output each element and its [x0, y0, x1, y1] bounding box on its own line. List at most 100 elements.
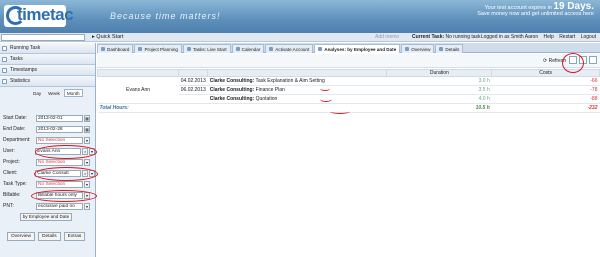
trial-notice[interactable]: Your test account expires in 19 Days. Sa… [477, 2, 594, 18]
details-icon [439, 47, 444, 51]
annotation-tick [330, 109, 350, 114]
tab-label: Project Planning [144, 46, 178, 52]
duration-cell: 3.5 h [386, 85, 492, 95]
client-name: Clarke Consulting: [209, 78, 255, 84]
annotation-circle-user [35, 145, 97, 159]
tasks-panel-icon [2, 56, 7, 62]
calendar-picker-icon[interactable]: ▦ [84, 114, 90, 122]
tab-calendar[interactable]: Calendar [231, 44, 265, 53]
tab-details[interactable]: Details [435, 44, 464, 53]
task-cell: Clarke Consulting: Finance Plan [207, 85, 387, 95]
dropdown-icon[interactable]: ▾ [84, 180, 90, 188]
calendar-icon [235, 47, 240, 51]
filter-task-type: Task Type: No Selection ▾ [3, 180, 95, 188]
trial-line2[interactable]: Save money now and get unlimited access … [477, 11, 594, 17]
tab-project-planning[interactable]: Project Planning [134, 44, 182, 53]
panel-running-task[interactable]: Running Task [0, 43, 95, 54]
tab-analyses[interactable]: Analyses: by Employee and Date [314, 44, 401, 53]
timestamps-icon [2, 67, 7, 73]
app-header: timetac Because time matters! Your test … [0, 0, 600, 33]
total-cost: -232 [491, 103, 600, 113]
project-select[interactable]: No Selection [36, 158, 83, 166]
tab-activate-account[interactable]: Activate Account [265, 44, 314, 53]
start-date-input[interactable]: 2013-02-01 [36, 114, 83, 122]
view-tabs: Day Week Month [0, 87, 95, 97]
client-name: Clarke Consulting: [209, 87, 255, 93]
user-links: Logged in as Smith Aaron Help Restart Lo… [477, 34, 596, 40]
quick-start-label: Quick Start [96, 34, 124, 40]
help-link[interactable]: Help [544, 34, 554, 40]
date-cell: 04.02.2013 [178, 76, 208, 86]
details-button[interactable]: Details [38, 232, 61, 241]
account-icon [269, 47, 274, 51]
task-name: Finance Plan [255, 87, 285, 93]
annotation-circle-billable [31, 190, 97, 202]
quick-start-button[interactable]: ▸ Quick Start [92, 34, 124, 40]
view-tab-week[interactable]: Week [45, 89, 63, 97]
export-icon[interactable] [589, 56, 597, 64]
tab-label: Tasks: Live Start [192, 46, 227, 52]
total-duration: 10.5 h [386, 103, 492, 113]
statistics-icon [2, 78, 7, 84]
group-by-button[interactable]: by Employee and Date [20, 213, 72, 221]
tab-label: Details [445, 46, 460, 52]
filter-department: Department: No Selection ▾ [3, 136, 95, 144]
task-type-select[interactable]: No Selection [36, 180, 83, 188]
dropdown-icon[interactable]: ▾ [84, 136, 90, 144]
tab-label: Activate Account [275, 46, 310, 52]
tab-bar: Dashboard Project Planning Tasks: Live S… [97, 43, 600, 53]
logout-link[interactable]: Logout [581, 34, 596, 40]
column-header[interactable] [178, 69, 209, 77]
add-memo-button[interactable]: Add memo [375, 34, 399, 40]
logo-text: timetac [17, 5, 74, 24]
running-task-icon [2, 45, 7, 51]
annotation-tick [320, 86, 330, 91]
tab-overview[interactable]: Overview [401, 44, 435, 53]
top-toolbar: ▸ Quick Start Add memo Current Task: No … [0, 33, 600, 42]
filter-label: Department: [3, 137, 31, 143]
column-header[interactable] [207, 69, 388, 77]
panel-tasks[interactable]: Tasks [0, 54, 95, 65]
calendar-picker-icon[interactable]: ▦ [84, 125, 90, 133]
annotation-tick [320, 96, 332, 102]
view-tab-day[interactable]: Day [30, 89, 44, 97]
restart-link[interactable]: Restart [559, 34, 575, 40]
department-select[interactable]: No Selection [36, 136, 83, 144]
tagline: Because time matters! [110, 11, 221, 21]
tab-tasks-live-start[interactable]: Tasks: Live Start [182, 44, 231, 53]
overview-button[interactable]: Overview [7, 232, 35, 241]
filter-label: Project: [3, 159, 20, 165]
chart-icon [318, 47, 323, 51]
timetac-logo[interactable]: timetac [4, 5, 74, 27]
date-cell: 06.02.2013 [178, 85, 208, 95]
tab-dashboard[interactable]: Dashboard [97, 44, 134, 53]
panel-timestamps[interactable]: Timestamps [0, 65, 95, 76]
tab-label: Dashboard [107, 46, 130, 52]
dropdown-icon[interactable]: ▾ [84, 202, 90, 210]
view-tab-month[interactable]: Month [63, 89, 83, 97]
annotation-circle-client [34, 167, 98, 181]
filter-end-date: End Date: 2013-02-28 ▦ [3, 125, 95, 133]
dropdown-icon[interactable]: ▾ [84, 158, 90, 166]
sidebar-bottom-buttons: Overview Details Extras [7, 232, 88, 241]
column-header[interactable] [96, 69, 180, 77]
filter-project: Project: No Selection ▾ [3, 158, 95, 166]
end-date-input[interactable]: 2013-02-28 [36, 125, 83, 133]
extras-button[interactable]: Extras [63, 232, 86, 241]
column-header[interactable]: Duration [386, 69, 493, 77]
analysis-toolbar: ⟳ Refresh [97, 54, 600, 68]
duration-cell: 4.0 h [386, 94, 492, 104]
panel-label: Timestamps [10, 67, 38, 73]
overview-icon [405, 47, 410, 51]
filter-label: Task Type: [3, 181, 27, 187]
task-name: Quotation [255, 96, 278, 102]
column-header[interactable]: Costs [491, 69, 600, 77]
panel-label: Tasks [10, 56, 23, 62]
current-task-value: No running task [445, 34, 481, 40]
filter-label: Client: [3, 170, 18, 176]
quick-start-select[interactable] [1, 34, 85, 41]
pnt-select[interactable]: exclusive paid no [36, 202, 83, 210]
panel-statistics[interactable]: Statistics [0, 76, 95, 87]
project-icon [138, 47, 143, 51]
table-row[interactable]: Evans Ann 04.02.2013 Clarke Consulting: … [97, 76, 600, 104]
